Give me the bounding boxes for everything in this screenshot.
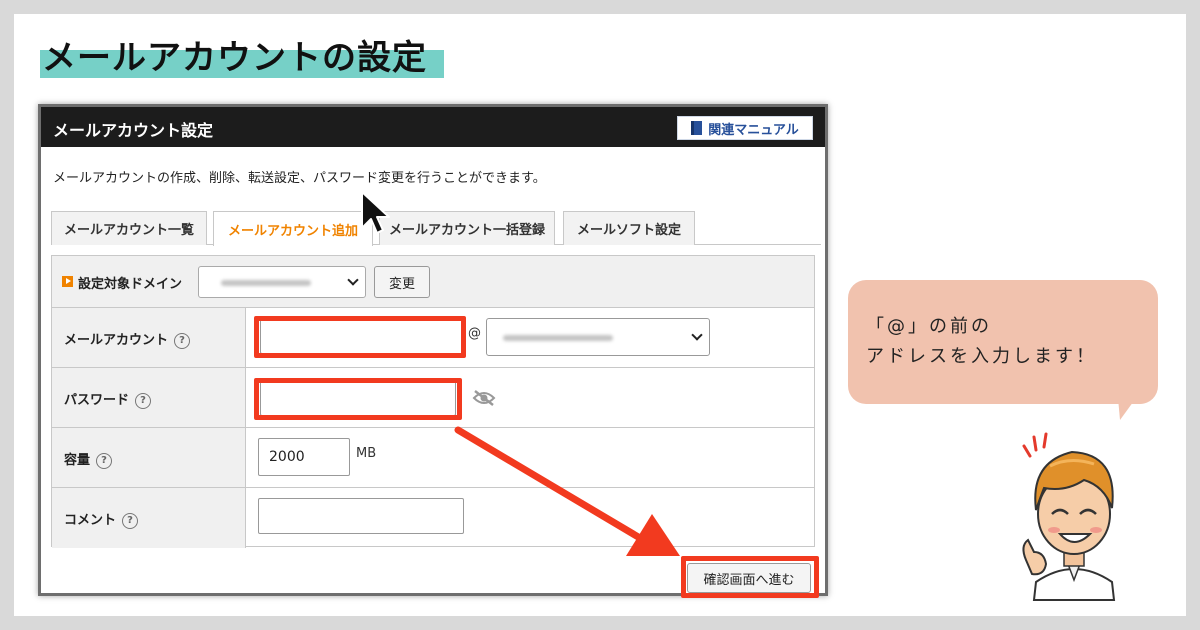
bubble-line-2: アドレスを入力します！ xyxy=(866,346,1097,367)
arrow-icon xyxy=(454,426,680,556)
page-title: メールアカウントの設定 xyxy=(42,38,427,78)
cursor-icon xyxy=(361,191,390,234)
bubble-line-1: 「@」の前の xyxy=(866,316,992,337)
bubble-text: 「@」の前の アドレスを入力します！ xyxy=(866,312,1097,372)
mascot-illustration xyxy=(1022,432,1116,601)
